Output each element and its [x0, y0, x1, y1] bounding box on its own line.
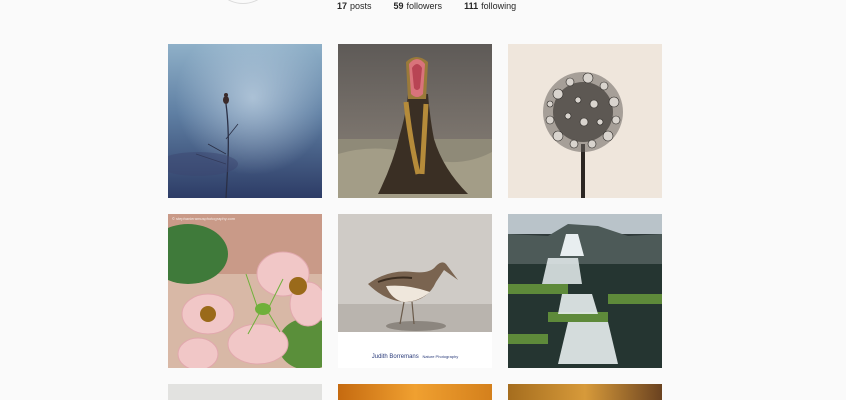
- followers-count: 59: [393, 1, 404, 11]
- post-tile-snipe[interactable]: Judith Borremans Nature Photography: [338, 214, 492, 368]
- profile-stats: 17 posts 59 followers 111 following: [337, 0, 516, 14]
- post-tile-waterfall[interactable]: [508, 214, 662, 368]
- post-tile-insect-flowers[interactable]: © stephanieramusphotography.com: [168, 214, 322, 368]
- post-tile-partial-1[interactable]: [168, 384, 322, 400]
- stat-following[interactable]: 111 following: [464, 0, 516, 14]
- post-tile-partial-2[interactable]: [338, 384, 492, 400]
- post-tile-bird-mist[interactable]: [168, 44, 322, 198]
- post-tile-dandelion[interactable]: [508, 44, 662, 198]
- photo-credit-watermark: © stephanieramusphotography.com: [172, 216, 236, 221]
- bird-mist-photo: [168, 44, 322, 198]
- following-count: 111: [464, 1, 479, 11]
- dandelion-photo: [508, 44, 662, 198]
- photo-caption: Judith Borremans Nature Photography: [338, 354, 492, 360]
- caption-suffix: Nature Photography: [422, 354, 459, 359]
- insect-flowers-photo: [168, 214, 322, 368]
- following-label: following: [481, 1, 517, 11]
- posts-grid-row-partial: [168, 384, 662, 400]
- stat-followers[interactable]: 59 followers: [394, 0, 443, 14]
- lizard-photo: [338, 44, 492, 198]
- followers-label: followers: [406, 1, 443, 11]
- snipe-photo: [338, 214, 492, 368]
- stat-posts[interactable]: 17 posts: [337, 0, 372, 14]
- posts-count: 17: [337, 1, 348, 11]
- post-tile-partial-3[interactable]: [508, 384, 662, 400]
- caption-name: Judith Borremans: [371, 354, 419, 360]
- avatar[interactable]: [212, 0, 274, 4]
- posts-grid: © stephanieramusphotography.com Judith B…: [168, 44, 662, 368]
- profile-page: 17 posts 59 followers 111 following © st…: [0, 0, 846, 400]
- waterfall-photo: [508, 214, 662, 368]
- posts-label: posts: [350, 1, 372, 11]
- post-tile-lizard[interactable]: [338, 44, 492, 198]
